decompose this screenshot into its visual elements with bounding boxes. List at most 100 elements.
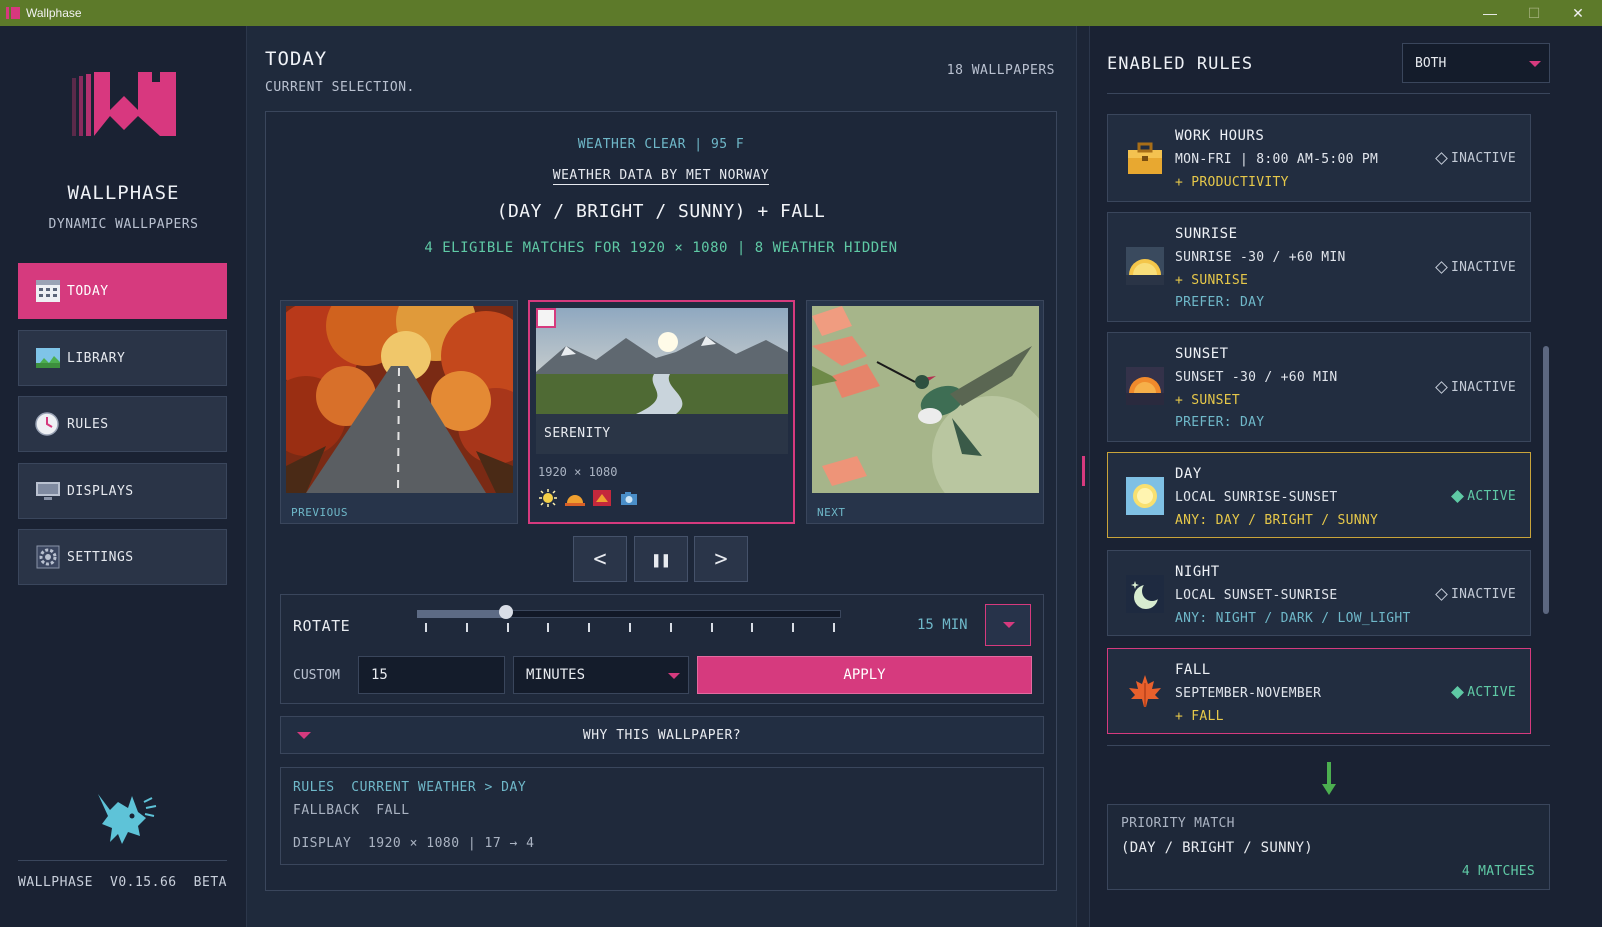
status-diamond-icon [1435, 588, 1448, 601]
divider [1107, 745, 1550, 746]
rule-name: FALL [1175, 662, 1211, 678]
sunrise-icon [1126, 247, 1164, 285]
why-this-wallpaper-toggle[interactable]: WHY THIS WALLPAPER? [280, 716, 1044, 754]
rule-card-night[interactable]: NIGHT LOCAL SUNSET-SUNRISE ANY: NIGHT / … [1107, 550, 1531, 636]
rule-effect: ANY: NIGHT / DARK / LOW_LIGHT [1175, 611, 1411, 626]
rotate-preset-dropdown[interactable] [985, 604, 1031, 646]
why-label: WHY THIS WALLPAPER? [582, 727, 742, 743]
previous-wallpaper-image [286, 306, 513, 493]
rules-scrollbar[interactable] [1543, 346, 1549, 614]
slider-tick [792, 623, 795, 632]
nav-library[interactable]: LIBRARY [18, 330, 227, 386]
app-subtitle: DYNAMIC WALLPAPERS [48, 217, 199, 232]
panel-splitter[interactable] [1076, 26, 1090, 927]
rule-card-sunrise[interactable]: SUNRISE SUNRISE -30 / +60 MIN + SUNRISE … [1107, 212, 1531, 322]
page-subtitle: CURRENT SELECTION. [265, 80, 415, 95]
next-caption: NEXT [817, 506, 846, 519]
reason-rules-label: RULES [293, 780, 335, 795]
rule-status-text: INACTIVE [1450, 380, 1516, 395]
reason-display-value: 1920 × 1080 | 17 → 4 [367, 836, 535, 851]
camera-icon [619, 489, 639, 507]
apply-button[interactable]: APPLY [697, 656, 1032, 694]
moon-icon [1126, 575, 1164, 613]
rule-effect: ANY: DAY / BRIGHT / SUNNY [1175, 513, 1379, 528]
close-button[interactable]: ✕ [1556, 0, 1600, 26]
nav-label: TODAY [67, 283, 109, 299]
nav-label: RULES [67, 416, 109, 432]
clock-icon [35, 412, 61, 436]
nav-rules[interactable]: RULES [18, 396, 227, 452]
app-icon [6, 7, 20, 19]
priority-value: (DAY / BRIGHT / SUNNY) [1121, 840, 1314, 856]
rule-name: DAY [1175, 466, 1202, 482]
reason-fallback-label: FALLBACK [293, 803, 360, 818]
rule-status: INACTIVE [1435, 587, 1516, 602]
rule-schedule: LOCAL SUNSET-SUNRISE [1175, 588, 1338, 603]
rule-schedule: MON-FRI | 8:00 AM-5:00 PM [1175, 152, 1379, 167]
previous-button[interactable]: < [573, 536, 627, 582]
main-content: TODAY CURRENT SELECTION. 18 WALLPAPERS W… [247, 26, 1075, 927]
rule-effect: + PRODUCTIVITY [1175, 175, 1289, 190]
status-diamond-icon [1435, 261, 1448, 274]
briefcase-icon [1128, 142, 1162, 174]
status-diamond-icon [1451, 686, 1465, 699]
current-wallpaper-resolution: 1920 × 1080 [538, 465, 618, 479]
priority-label: PRIORITY MATCH [1121, 816, 1235, 831]
slider-tick [751, 623, 754, 632]
previous-wallpaper-card[interactable]: PREVIOUS [280, 300, 518, 524]
reason-details: RULES CURRENT WEATHER > DAY FALLBACK FAL… [280, 767, 1044, 865]
next-wallpaper-image [812, 306, 1039, 493]
maximize-button[interactable]: ☐ [1512, 0, 1556, 26]
rule-card-sunset[interactable]: SUNSET SUNSET -30 / +60 MIN + SUNSET PRE… [1107, 332, 1531, 442]
sidebar-footer: WALLPHASE V0.15.66 BETA [18, 860, 227, 890]
wallpaper-count: 18 WALLPAPERS [946, 63, 1055, 78]
priority-count: 4 MATCHES [1461, 864, 1535, 879]
slider-tick [833, 623, 835, 632]
rule-effect: + SUNSET [1175, 393, 1241, 408]
rule-status-text: ACTIVE [1467, 489, 1516, 504]
title-bar: Wallphase — ☐ ✕ [0, 0, 1602, 26]
match-summary: 4 ELIGIBLE MATCHES FOR 1920 × 1080 | 8 W… [424, 240, 898, 256]
nav-today[interactable]: TODAY [18, 263, 227, 319]
rule-card-fall[interactable]: FALL SEPTEMBER-NOVEMBER + FALL ACTIVE [1107, 648, 1531, 734]
rules-list: WORK HOURS MON-FRI | 8:00 AM-5:00 PM + P… [1107, 114, 1531, 734]
rule-card-work-hours[interactable]: WORK HOURS MON-FRI | 8:00 AM-5:00 PM + P… [1107, 114, 1531, 202]
slider-tick [669, 623, 672, 632]
splitter-grip[interactable] [1082, 456, 1085, 486]
landscape-icon [35, 346, 61, 370]
rule-schedule: SEPTEMBER-NOVEMBER [1175, 686, 1322, 701]
custom-interval-input[interactable] [358, 656, 505, 694]
calendar-icon [35, 279, 61, 303]
weather-credit-text[interactable]: WEATHER DATA BY MET NORWAY [552, 168, 770, 185]
rotate-settings: ROTATE 15 MIN CUSTOM MINUTES APPLY [280, 594, 1044, 704]
rotate-interval-slider[interactable] [417, 605, 841, 635]
page-title: TODAY [265, 48, 328, 70]
rules-filter-value: BOTH [1415, 56, 1447, 71]
rule-card-day[interactable]: DAY LOCAL SUNRISE-SUNSET ANY: DAY / BRIG… [1107, 452, 1531, 538]
nav-label: LIBRARY [67, 350, 126, 366]
slider-tick [710, 623, 713, 632]
next-button[interactable]: > [694, 536, 748, 582]
rotate-label: ROTATE [293, 617, 351, 635]
sun-icon [1126, 477, 1164, 515]
rule-name: SUNSET [1175, 346, 1229, 362]
slider-handle[interactable] [499, 605, 514, 619]
pause-button[interactable]: ❚❚ [634, 536, 688, 582]
next-wallpaper-card[interactable]: NEXT [806, 300, 1044, 524]
nav-settings[interactable]: SETTINGS [18, 529, 227, 585]
rule-status-text: INACTIVE [1450, 151, 1516, 166]
footer-version: V0.15.66 [110, 875, 177, 890]
wallpaper-tags [538, 489, 639, 507]
rule-status-text: INACTIVE [1450, 587, 1516, 602]
current-wallpaper-card[interactable]: SERENITY 1920 × 1080 [528, 300, 795, 524]
weather-credit-link[interactable]: WEATHER DATA BY MET NORWAY [266, 168, 1056, 185]
rules-filter-select[interactable]: BOTH [1402, 43, 1550, 83]
status-diamond-icon [1435, 152, 1448, 165]
nav-displays[interactable]: DISPLAYS [18, 463, 227, 519]
weather-status: WEATHER CLEAR | 95 F [577, 137, 745, 152]
unit-select[interactable]: MINUTES [513, 656, 689, 694]
minimize-button[interactable]: — [1468, 0, 1512, 26]
sun-icon [538, 489, 558, 507]
rules-panel-title: ENABLED RULES [1107, 54, 1254, 74]
reason-rules-path: CURRENT WEATHER > DAY [351, 780, 527, 795]
